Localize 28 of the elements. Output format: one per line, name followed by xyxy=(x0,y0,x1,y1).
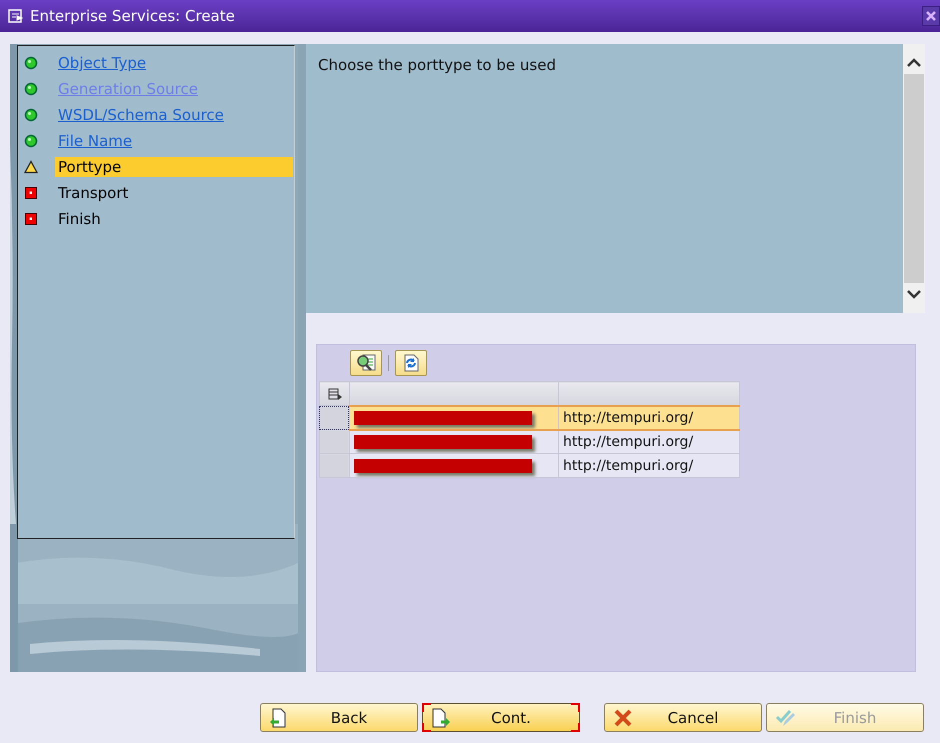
step-item[interactable]: Finish xyxy=(55,209,104,229)
instruction-text: Choose the porttype to be used xyxy=(318,56,556,74)
table-cell: http://tempuri.org/ xyxy=(558,430,740,454)
step-item[interactable]: Porttype xyxy=(55,157,293,177)
back-button[interactable]: Back xyxy=(260,703,418,732)
cancel-button[interactable]: Cancel xyxy=(604,703,762,732)
continue-button[interactable]: Cont. xyxy=(422,703,580,732)
cross-icon xyxy=(613,708,633,728)
scroll-thumb[interactable] xyxy=(904,74,924,283)
layout-icon xyxy=(326,386,342,400)
table-cell: http://tempuri.org/ xyxy=(558,454,740,478)
row-selector[interactable] xyxy=(320,430,348,452)
column-header[interactable] xyxy=(558,382,740,406)
step-item[interactable]: Transport xyxy=(55,183,132,203)
scroll-down-icon[interactable] xyxy=(907,289,921,299)
forward-page-icon xyxy=(431,708,451,728)
details-button[interactable] xyxy=(350,350,382,376)
scroll-up-icon[interactable] xyxy=(907,58,921,68)
window-icon xyxy=(8,9,24,23)
close-button[interactable] xyxy=(922,6,940,26)
column-selector[interactable] xyxy=(320,382,350,406)
check-pencil-icon xyxy=(775,708,795,728)
magnifier-icon xyxy=(355,353,377,373)
scrollbar[interactable] xyxy=(903,44,925,313)
window-title: Enterprise Services: Create xyxy=(30,7,236,25)
close-icon xyxy=(925,10,937,22)
table-cell: http://tempuri.org/ xyxy=(558,406,740,430)
refresh-button[interactable] xyxy=(395,350,427,376)
